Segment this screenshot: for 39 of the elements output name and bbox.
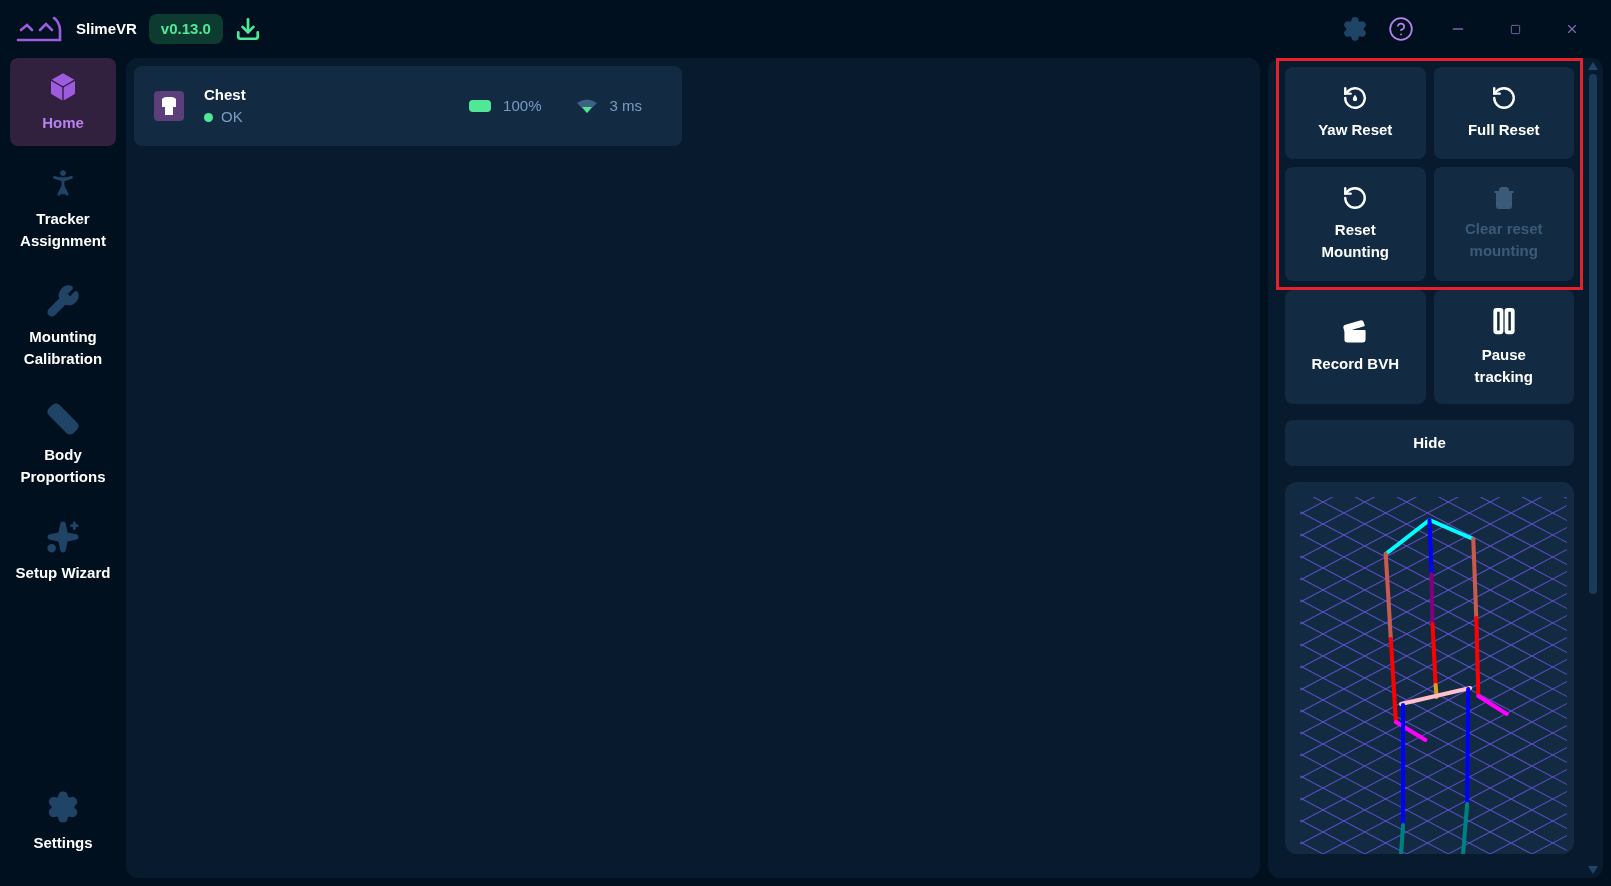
action-button[interactable]: Pause tracking [1433, 290, 1574, 404]
sidebar-item[interactable]: Setup Wizard [10, 508, 116, 596]
sidebar-item[interactable]: Settings [10, 778, 116, 866]
tracker-name: Chest [204, 84, 246, 105]
action-button[interactable]: Full Reset [1433, 67, 1574, 159]
sparkles-icon [46, 520, 80, 554]
sidebar-item[interactable]: Home [10, 58, 116, 146]
action-button[interactable]: Reset Mounting [1285, 167, 1426, 281]
sidebar-item[interactable]: Body Proportions [10, 390, 116, 500]
trash-icon [1491, 186, 1516, 210]
action-button[interactable]: Yaw Reset [1285, 67, 1426, 159]
battery-icon [469, 100, 492, 112]
scrollbar-thumb[interactable] [1589, 74, 1597, 594]
signal-icon [577, 99, 598, 113]
version-badge: v0.13.0 [148, 13, 223, 45]
help-icon[interactable] [1388, 16, 1414, 42]
scroll-up-arrow-icon[interactable] [1588, 62, 1598, 70]
close-icon[interactable] [1565, 22, 1579, 36]
logo-icon [16, 16, 64, 42]
settings-icon [46, 790, 80, 824]
app-name: SlimeVR [76, 18, 137, 39]
maximize-icon[interactable] [1510, 23, 1521, 35]
rotate-icon [1490, 85, 1517, 111]
shirt-icon [154, 91, 184, 121]
battery-percentage: 100% [503, 95, 542, 116]
sidebar-item[interactable]: Tracker Assignment [10, 154, 116, 264]
settings-icon[interactable] [1342, 16, 1368, 42]
tracker-status: OK [221, 107, 243, 127]
hide-button[interactable]: Hide [1285, 420, 1574, 466]
scroll-down-arrow-icon[interactable] [1588, 866, 1598, 874]
wrench-icon [46, 284, 80, 318]
sidebar-item[interactable]: Mounting Calibration [10, 272, 116, 382]
clapperboard-icon [1342, 319, 1369, 345]
action-button[interactable]: Record BVH [1285, 290, 1426, 404]
rotate-drop-icon [1342, 85, 1369, 111]
ping-value: 3 ms [609, 95, 642, 116]
download-icon[interactable] [234, 16, 261, 42]
tracker-card[interactable]: Chest OK 100% 3 ms [134, 66, 682, 146]
rotate-icon [1342, 185, 1369, 211]
